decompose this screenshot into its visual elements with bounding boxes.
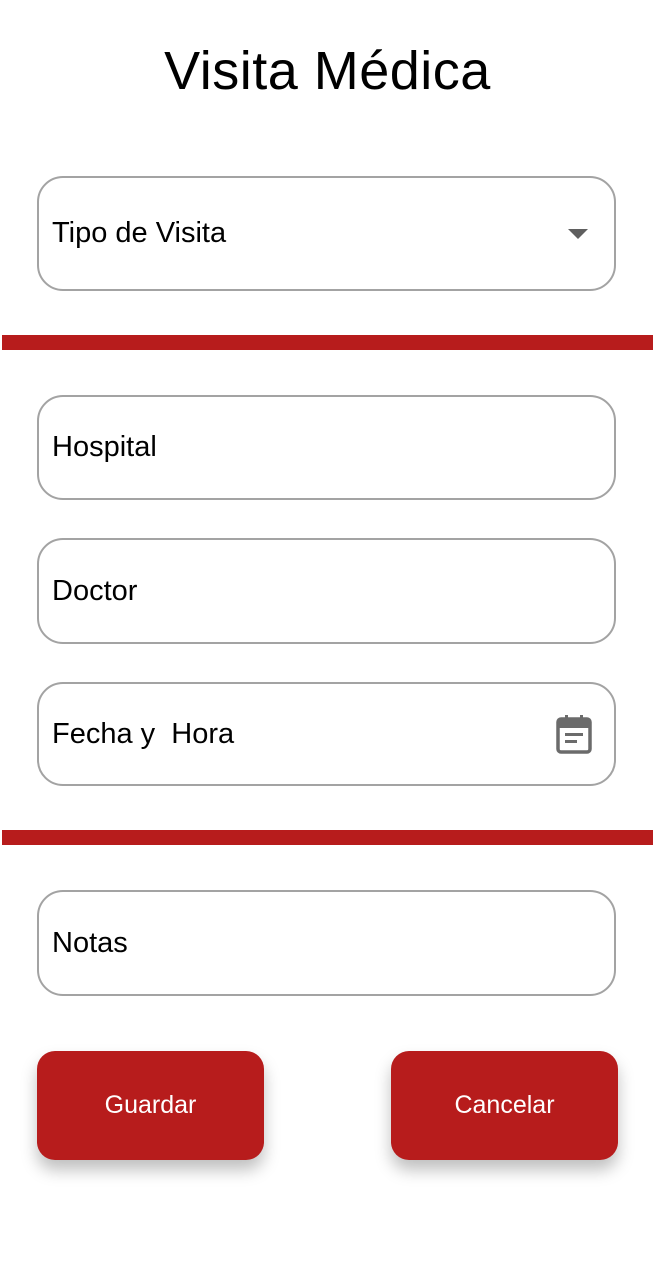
datetime-label: Fecha y Hora xyxy=(52,717,235,750)
notes-label: Notas xyxy=(52,926,128,959)
doctor-label: Doctor xyxy=(52,574,138,607)
notes-input[interactable]: Notas xyxy=(37,890,616,996)
page-title: Visita Médica xyxy=(164,41,491,101)
section-divider xyxy=(2,335,653,350)
dropdown-caret-icon[interactable] xyxy=(568,228,588,239)
hospital-input[interactable]: Hospital xyxy=(37,395,616,500)
visit-type-select[interactable]: Tipo de Visita xyxy=(37,176,616,291)
visit-type-label: Tipo de Visita xyxy=(52,217,227,249)
hospital-label: Hospital xyxy=(52,431,157,463)
section-divider xyxy=(2,830,653,845)
doctor-input[interactable]: Doctor xyxy=(37,538,616,644)
datetime-input[interactable]: Fecha y Hora xyxy=(37,682,616,786)
save-button[interactable]: Guardar xyxy=(37,1051,264,1160)
cancel-button[interactable]: Cancelar xyxy=(391,1051,618,1160)
calendar-icon[interactable] xyxy=(556,714,592,754)
